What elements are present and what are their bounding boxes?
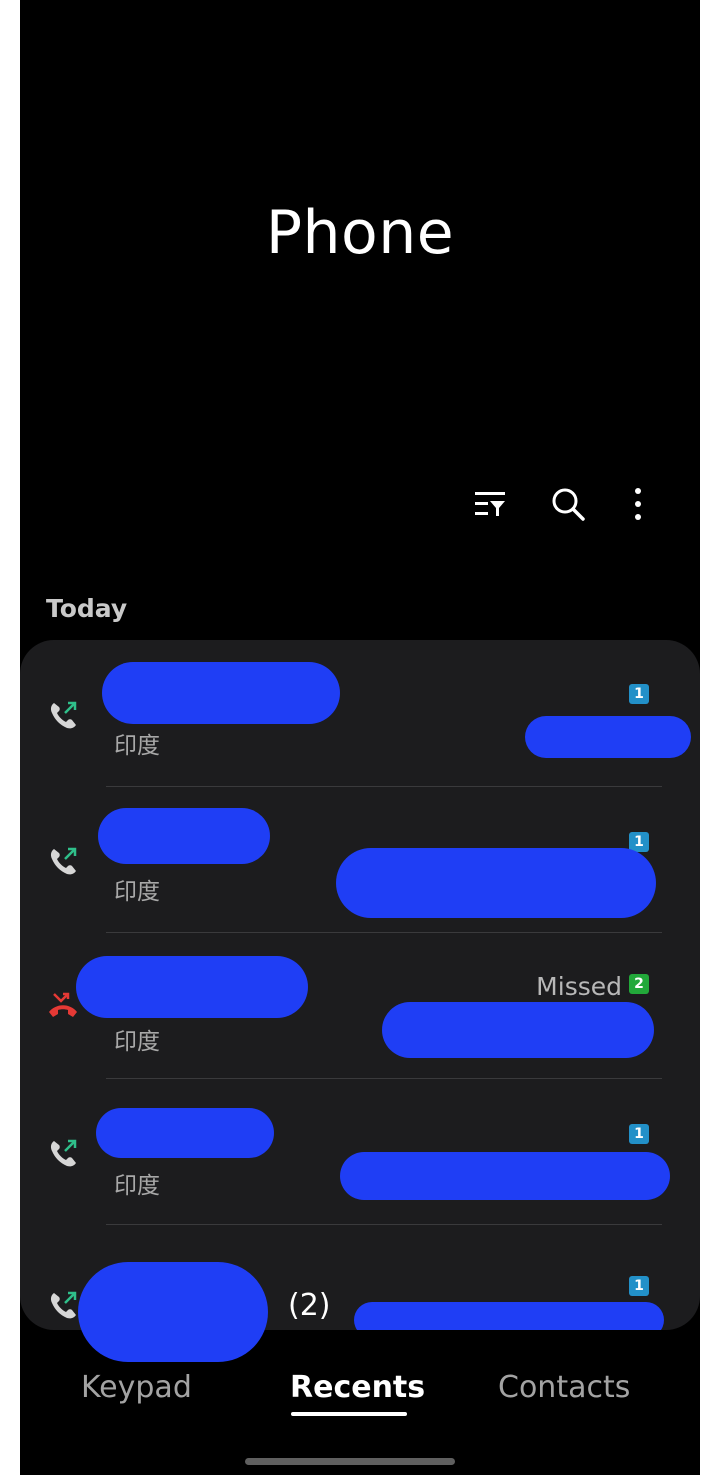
call-count-badge: 1 — [629, 684, 649, 704]
redacted-call-time — [354, 1302, 664, 1330]
redacted-contact-name — [96, 1108, 274, 1158]
call-count-badge: 1 — [629, 1124, 649, 1144]
filter-list-icon[interactable] — [470, 484, 510, 524]
call-log-row[interactable]: 印度 Missed 2 — [20, 932, 700, 1078]
redacted-call-time — [382, 1002, 654, 1058]
search-icon[interactable] — [548, 484, 588, 524]
redacted-contact-name — [76, 956, 308, 1018]
outgoing-call-icon — [50, 847, 77, 875]
call-status-missed: Missed — [536, 972, 622, 1001]
section-label-today: Today — [46, 594, 128, 623]
tab-keypad[interactable]: Keypad — [81, 1370, 192, 1405]
redacted-call-time — [340, 1152, 670, 1200]
call-log-row[interactable]: 印度 1 — [20, 786, 700, 932]
call-location: 印度 — [114, 879, 160, 905]
redacted-call-time — [336, 848, 656, 918]
page-title: Phone — [265, 198, 455, 268]
outgoing-call-icon — [50, 1139, 77, 1167]
outgoing-call-icon — [50, 701, 77, 729]
call-count-badge: 1 — [629, 1276, 649, 1296]
redacted-contact-name — [102, 662, 340, 724]
redacted-contact-name — [98, 808, 270, 864]
active-tab-indicator — [291, 1412, 407, 1416]
call-location: 印度 — [114, 1173, 160, 1199]
redacted-call-time — [525, 716, 691, 758]
outgoing-call-icon — [50, 1291, 77, 1319]
home-indicator[interactable] — [245, 1458, 455, 1465]
redacted-contact-name — [78, 1262, 268, 1362]
more-vert-icon[interactable] — [618, 484, 658, 524]
call-group-count: (2) — [288, 1288, 331, 1323]
call-log-list: 印度 1 印度 1 印度 Missed 2 印度 1 (2) 1 — [20, 640, 700, 1330]
call-location: 印度 — [114, 1029, 160, 1055]
tab-contacts[interactable]: Contacts — [498, 1370, 630, 1405]
tab-recents[interactable]: Recents — [290, 1370, 425, 1405]
call-count-badge: 2 — [629, 974, 649, 994]
phone-screen: Phone Today 印度 1 印度 1 印度 Missed 2 印度 1 (… — [20, 0, 700, 1475]
call-log-row[interactable]: 印度 1 — [20, 1078, 700, 1224]
call-log-row[interactable]: 印度 1 — [20, 640, 700, 786]
call-location: 印度 — [114, 733, 160, 759]
missed-call-icon — [49, 992, 77, 1017]
